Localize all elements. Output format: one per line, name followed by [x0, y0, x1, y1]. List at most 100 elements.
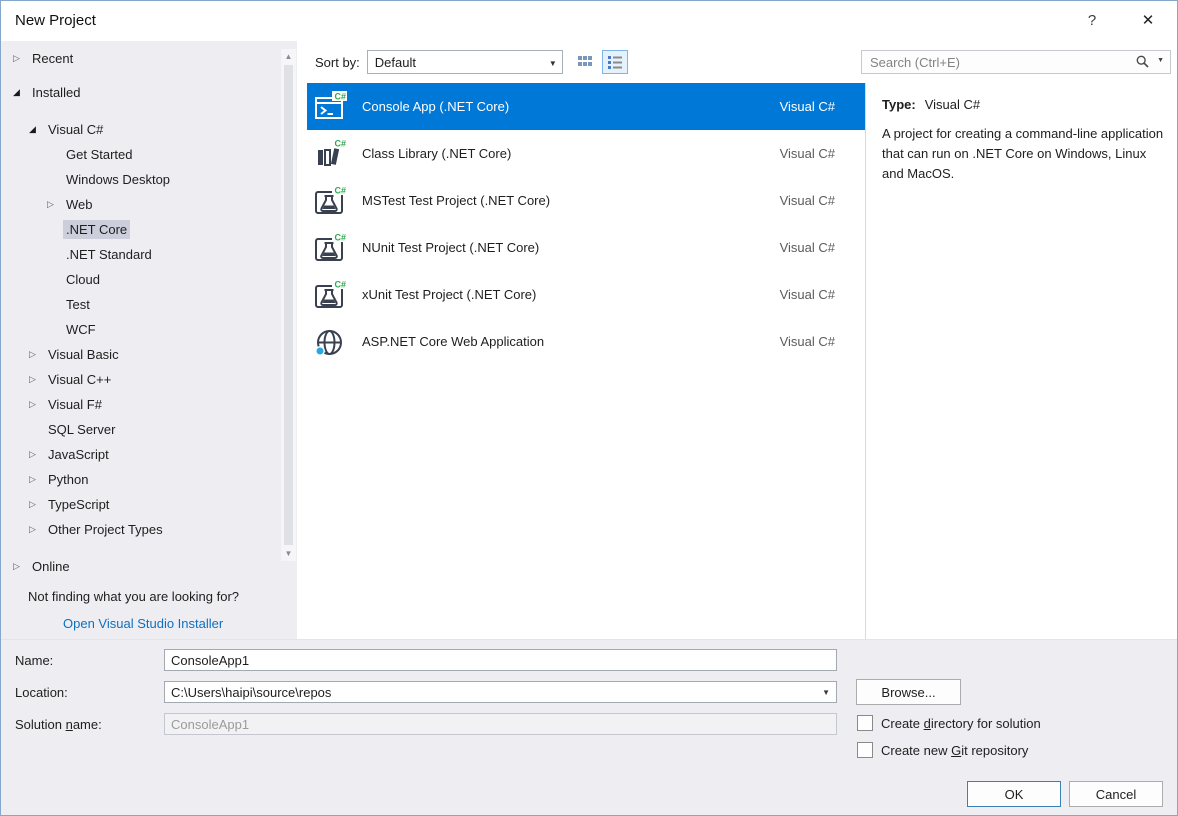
sort-by-dropdown[interactable]: Default ▼ [367, 50, 563, 74]
chevron-right-icon[interactable]: ▷ [29, 367, 45, 392]
solution-name-input[interactable] [164, 713, 837, 735]
selected-category: .NET Core [63, 220, 130, 239]
tree-item-installed[interactable]: ◢ Installed [1, 80, 297, 105]
list-view-button[interactable] [602, 50, 628, 74]
tree-item-visual-csharp[interactable]: ◢ Visual C# [1, 117, 297, 142]
sort-by-label: Sort by: [315, 55, 360, 70]
dialog-body: ▷ Recent ◢ Installed ◢ Visual C# Get Sta… [1, 41, 1177, 641]
title-bar[interactable]: New Project ? ✕ [1, 1, 1177, 41]
main-area: Sort by: Default ▼ [297, 41, 1177, 641]
tree-item-python[interactable]: ▷ Python [1, 467, 297, 492]
category-sidebar: ▷ Recent ◢ Installed ◢ Visual C# Get Sta… [1, 41, 297, 641]
list-view-icon [608, 55, 622, 69]
location-input[interactable] [164, 681, 837, 703]
type-value: Visual C# [925, 97, 980, 112]
class-library-icon: C# [313, 137, 347, 171]
sort-by-value: Default [375, 55, 416, 70]
checkbox-icon[interactable] [857, 742, 873, 758]
solution-name-label: Solution name: [15, 717, 102, 733]
chevron-right-icon[interactable]: ▷ [47, 192, 63, 217]
tree-item-web[interactable]: ▷ Web [1, 192, 297, 217]
create-directory-checkbox[interactable]: Create directory for solution [857, 715, 1041, 731]
template-mstest-project[interactable]: C# MSTest Test Project (.NET Core) Visua… [307, 177, 865, 224]
project-settings-panel: Name: Location: ▼ Browse... Solution nam… [1, 639, 1177, 815]
chevron-right-icon[interactable]: ▷ [29, 517, 45, 542]
location-label: Location: [15, 685, 68, 701]
test-flask-icon: C# [313, 278, 347, 312]
svg-text:C#: C# [334, 232, 346, 242]
web-application-globe-icon [313, 325, 347, 359]
chevron-right-icon[interactable]: ▷ [13, 46, 29, 71]
template-console-app[interactable]: C# Console App (.NET Core) Visual C# [307, 83, 865, 130]
svg-text:C#: C# [334, 91, 346, 101]
help-button[interactable]: ? [1071, 1, 1113, 41]
sidebar-scrollbar[interactable]: ▲ ▼ [281, 49, 296, 561]
scroll-down-icon[interactable]: ▼ [285, 546, 293, 561]
name-label: Name: [15, 653, 53, 669]
tree-item-visual-cpp[interactable]: ▷ Visual C++ [1, 367, 297, 392]
chevron-down-icon[interactable]: ▼ [822, 688, 830, 697]
chevron-right-icon[interactable]: ▷ [29, 492, 45, 517]
template-xunit-project[interactable]: C# xUnit Test Project (.NET Core) Visual… [307, 271, 865, 318]
template-class-library[interactable]: C# Class Library (.NET Core) Visual C# [307, 130, 865, 177]
search-input[interactable] [861, 50, 1171, 74]
chevron-expanded-icon[interactable]: ◢ [29, 117, 45, 142]
tree-item-get-started[interactable]: Get Started [1, 142, 297, 167]
tree-item-wcf[interactable]: WCF [1, 317, 297, 342]
ok-button[interactable]: OK [967, 781, 1061, 807]
project-name-input[interactable] [164, 649, 837, 671]
browse-button[interactable]: Browse... [856, 679, 961, 705]
svg-text:C#: C# [334, 185, 346, 195]
chevron-right-icon[interactable]: ▷ [29, 467, 45, 492]
small-icons-view-button[interactable] [572, 50, 598, 74]
svg-text:C#: C# [334, 279, 346, 289]
chevron-down-icon[interactable]: ▼ [1157, 57, 1164, 64]
console-app-icon: C# [313, 90, 347, 124]
test-flask-icon: C# [313, 231, 347, 265]
template-details-panel: Type: Visual C# A project for creating a… [865, 83, 1177, 641]
list-toolbar: Sort by: Default ▼ [297, 41, 1177, 83]
create-directory-label: Create directory for solution [881, 716, 1041, 731]
scrollbar-thumb[interactable] [284, 65, 293, 545]
not-finding-text: Not finding what you are looking for? [28, 589, 297, 604]
search-icon[interactable] [1136, 55, 1149, 71]
tree-item-typescript[interactable]: ▷ TypeScript [1, 492, 297, 517]
chevron-down-icon: ▼ [549, 59, 557, 68]
small-icons-icon [578, 55, 592, 69]
tree-item-visual-basic[interactable]: ▷ Visual Basic [1, 342, 297, 367]
tree-item-cloud[interactable]: Cloud [1, 267, 297, 292]
new-project-dialog: New Project ? ✕ ▷ Recent ◢ Installed ◢ V… [0, 0, 1178, 816]
checkbox-icon[interactable] [857, 715, 873, 731]
tree-item-visual-fsharp[interactable]: ▷ Visual F# [1, 392, 297, 417]
tree-item-windows-desktop[interactable]: Windows Desktop [1, 167, 297, 192]
tree-item-net-core[interactable]: .NET Core [1, 217, 297, 242]
tree-item-recent[interactable]: ▷ Recent [1, 46, 297, 71]
dialog-title: New Project [15, 12, 96, 29]
tree-item-other-project-types[interactable]: ▷ Other Project Types [1, 517, 297, 542]
tree-item-sql-server[interactable]: SQL Server [1, 417, 297, 442]
template-list: C# Console App (.NET Core) Visual C# C# [307, 83, 865, 641]
chevron-right-icon[interactable]: ▷ [13, 554, 29, 579]
location-combobox: ▼ [164, 681, 837, 703]
chevron-right-icon[interactable]: ▷ [29, 342, 45, 367]
template-description: A project for creating a command-line ap… [882, 124, 1168, 184]
search-box: ▼ [861, 50, 1171, 74]
cancel-button[interactable]: Cancel [1069, 781, 1163, 807]
create-git-repo-label: Create new Git repository [881, 743, 1028, 758]
scroll-up-icon[interactable]: ▲ [285, 49, 293, 64]
template-nunit-project[interactable]: C# NUnit Test Project (.NET Core) Visual… [307, 224, 865, 271]
tree-item-net-standard[interactable]: .NET Standard [1, 242, 297, 267]
tree-item-online[interactable]: ▷ Online [1, 554, 297, 579]
chevron-right-icon[interactable]: ▷ [29, 442, 45, 467]
template-area: C# Console App (.NET Core) Visual C# C# [297, 83, 1177, 641]
open-installer-link[interactable]: Open Visual Studio Installer [63, 616, 223, 631]
chevron-right-icon[interactable]: ▷ [29, 392, 45, 417]
close-button[interactable]: ✕ [1127, 1, 1169, 41]
template-aspnet-core-web-app[interactable]: ASP.NET Core Web Application Visual C# [307, 318, 865, 365]
tree-item-test[interactable]: Test [1, 292, 297, 317]
create-git-repo-checkbox[interactable]: Create new Git repository [857, 742, 1028, 758]
test-flask-icon: C# [313, 184, 347, 218]
svg-text:C#: C# [334, 138, 346, 148]
chevron-expanded-icon[interactable]: ◢ [13, 80, 29, 105]
tree-item-javascript[interactable]: ▷ JavaScript [1, 442, 297, 467]
